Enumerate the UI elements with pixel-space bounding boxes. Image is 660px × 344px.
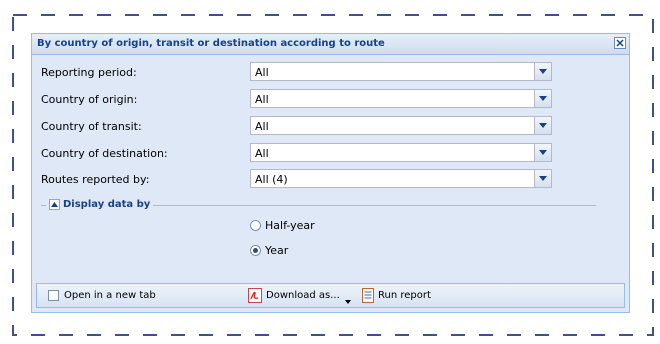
chevron-down-icon[interactable] (534, 117, 551, 134)
panel-title: By country of origin, transit or destina… (37, 38, 385, 49)
radio-button[interactable] (250, 245, 261, 256)
chevron-down-icon[interactable] (534, 63, 551, 80)
radio-selected-dot (253, 248, 258, 253)
routes-reported-label: Routes reported by: (41, 173, 150, 186)
pdf-icon[interactable] (248, 288, 262, 306)
chevron-down-icon[interactable] (345, 294, 351, 307)
reporting-period-label: Reporting period: (41, 66, 137, 79)
country-destination-label: Country of destination: (41, 147, 168, 160)
radio-button[interactable] (250, 220, 261, 231)
select-value: All (255, 120, 269, 133)
radio-label-year: Year (265, 244, 289, 257)
country-origin-label: Country of origin: (41, 93, 138, 106)
radio-label-half-year: Half-year (265, 219, 315, 232)
footer-toolbar: Open in a new tab Download as... Run rep… (36, 283, 625, 308)
chevron-down-icon[interactable] (534, 170, 551, 187)
run-report-button[interactable]: Run report (378, 290, 431, 301)
country-destination-select[interactable]: All (250, 143, 552, 162)
chevron-down-icon[interactable] (534, 144, 551, 161)
close-icon[interactable] (614, 37, 626, 49)
row-country-destination: Country of destination: All (32, 143, 629, 165)
row-country-transit: Country of transit: All (32, 116, 629, 138)
open-new-tab-label[interactable]: Open in a new tab (64, 290, 156, 301)
open-new-tab-checkbox[interactable] (48, 290, 59, 301)
report-icon[interactable] (362, 288, 374, 306)
collapse-arrow-icon[interactable] (49, 198, 60, 210)
row-routes-reported: Routes reported by: All (4) (32, 169, 629, 191)
row-reporting-period: Reporting period: All (32, 62, 629, 84)
report-panel: By country of origin, transit or destina… (31, 33, 630, 313)
select-value: All (4) (255, 173, 288, 186)
routes-reported-select[interactable]: All (4) (250, 169, 552, 188)
reporting-period-select[interactable]: All (250, 62, 552, 81)
chevron-down-icon[interactable] (534, 90, 551, 107)
display-data-legend: Display data by (46, 197, 154, 210)
select-value: All (255, 93, 269, 106)
panel-header: By country of origin, transit or destina… (32, 34, 629, 55)
row-country-origin: Country of origin: All (32, 89, 629, 111)
country-origin-select[interactable]: All (250, 89, 552, 108)
country-transit-select[interactable]: All (250, 116, 552, 135)
select-value: All (255, 147, 269, 160)
download-button[interactable]: Download as... (266, 290, 340, 301)
legend-label: Display data by (63, 198, 151, 210)
select-value: All (255, 66, 269, 79)
country-transit-label: Country of transit: (41, 120, 142, 133)
